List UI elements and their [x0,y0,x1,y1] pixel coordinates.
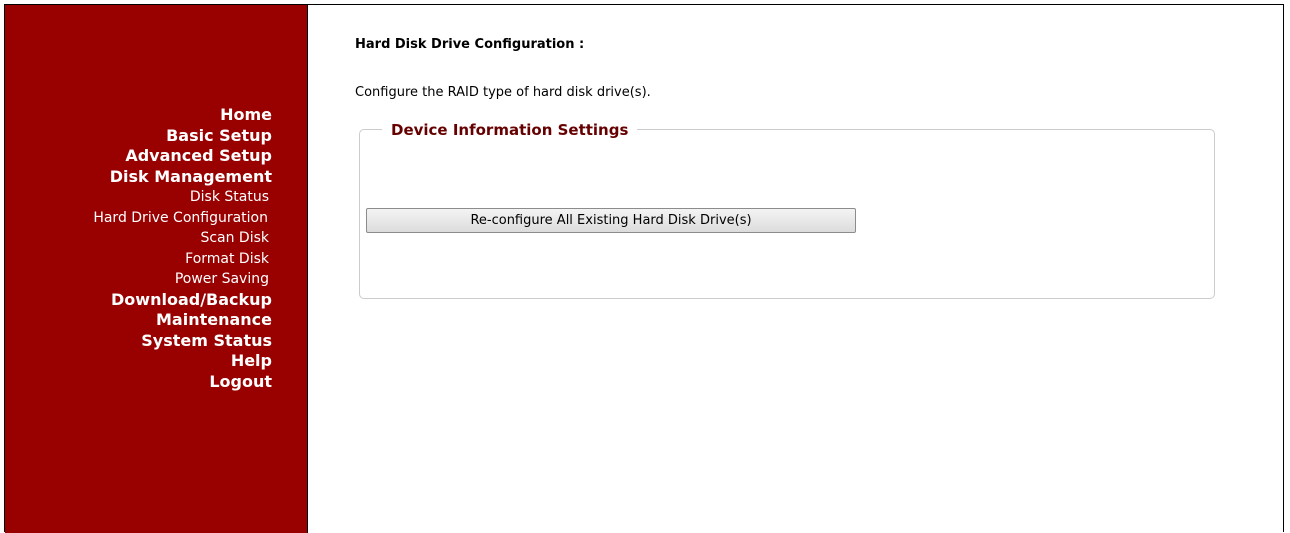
sidebar-nav: Home Basic Setup Advanced Setup Disk Man… [93,105,272,392]
nav-format-disk[interactable]: Format Disk [93,249,269,270]
nav-disk-status[interactable]: Disk Status [93,187,269,208]
page-description: Configure the RAID type of hard disk dri… [355,85,651,100]
nav-basic-setup[interactable]: Basic Setup [93,126,272,147]
nav-download-backup[interactable]: Download/Backup [93,290,272,311]
page-title: Hard Disk Drive Configuration : [355,37,585,52]
nav-scan-disk[interactable]: Scan Disk [93,228,269,249]
page-frame: Home Basic Setup Advanced Setup Disk Man… [4,4,1284,533]
nav-help[interactable]: Help [93,351,272,372]
main-content: Hard Disk Drive Configuration : Configur… [355,5,1283,532]
reconfigure-all-drives-button[interactable]: Re-configure All Existing Hard Disk Driv… [366,208,856,233]
nav-disk-management[interactable]: Disk Management [93,167,272,188]
nav-maintenance[interactable]: Maintenance [93,310,272,331]
nav-advanced-setup[interactable]: Advanced Setup [93,146,272,167]
nav-system-status[interactable]: System Status [93,331,272,352]
nav-hard-drive-configuration[interactable]: Hard Drive Configuration [93,208,268,229]
device-information-settings-group: Device Information Settings Re-configure… [359,121,1215,299]
section-legend: Device Information Settings [382,121,638,139]
nav-logout[interactable]: Logout [93,372,272,393]
nav-home[interactable]: Home [93,105,272,126]
sidebar: Home Basic Setup Advanced Setup Disk Man… [5,5,308,533]
nav-power-saving[interactable]: Power Saving [93,269,269,290]
